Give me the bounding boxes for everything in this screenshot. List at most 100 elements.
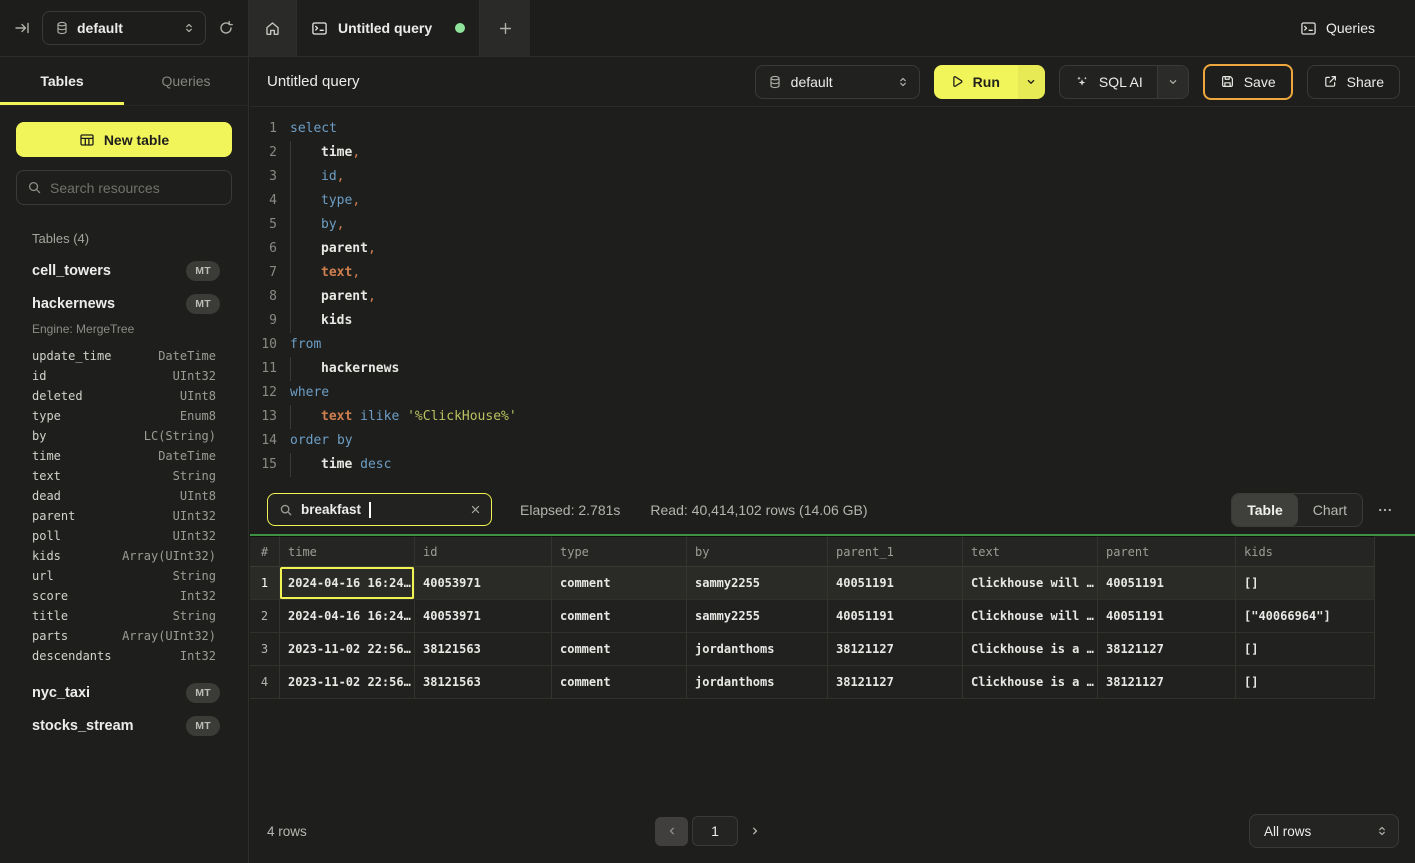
- table-cell[interactable]: []: [1236, 666, 1375, 699]
- run-button[interactable]: Run: [934, 65, 1018, 99]
- table-cell[interactable]: 38121563: [415, 666, 552, 699]
- page-number-input[interactable]: 1: [692, 816, 738, 846]
- clear-search-icon[interactable]: [470, 504, 481, 515]
- page-size-select[interactable]: All rows: [1249, 814, 1399, 848]
- column-header[interactable]: id: [415, 536, 552, 567]
- sidebar-tab-tables[interactable]: Tables: [0, 57, 124, 105]
- table-cell[interactable]: ["40066964"]: [1236, 600, 1375, 633]
- table-cell[interactable]: 40053971: [415, 567, 552, 600]
- table-cell[interactable]: []: [1236, 633, 1375, 666]
- column-row: deadUInt8: [16, 486, 232, 506]
- text-cursor: [369, 502, 371, 518]
- column-header[interactable]: #: [250, 536, 280, 567]
- table-cell[interactable]: comment: [552, 633, 687, 666]
- query-database-select[interactable]: default: [755, 65, 920, 99]
- row-number-cell: 1: [250, 567, 280, 600]
- sidebar-search[interactable]: [16, 170, 232, 205]
- table-cell[interactable]: 2024-04-16 16:24…: [280, 600, 415, 633]
- table-cell[interactable]: 40051191: [828, 567, 963, 600]
- queries-button[interactable]: Queries: [1300, 20, 1375, 37]
- column-header[interactable]: parent_1: [828, 536, 963, 567]
- table-item[interactable]: hackernewsMT: [16, 287, 232, 320]
- column-header[interactable]: type: [552, 536, 687, 567]
- new-tab-button[interactable]: [480, 0, 530, 56]
- results-table: #timeidtypebyparent_1textparentkids12024…: [250, 536, 1375, 699]
- new-table-button[interactable]: New table: [16, 122, 232, 157]
- table-cell[interactable]: sammy2255: [687, 600, 828, 633]
- table-cell[interactable]: 40051191: [1098, 567, 1236, 600]
- code-line: id,: [290, 165, 1415, 189]
- table-cell[interactable]: 40051191: [1098, 600, 1236, 633]
- table-cell[interactable]: 40051191: [828, 600, 963, 633]
- table-cell[interactable]: 2023-11-02 22:56…: [280, 633, 415, 666]
- table-cell[interactable]: Clickhouse will …: [963, 600, 1098, 633]
- table-item[interactable]: cell_towersMT: [16, 254, 232, 287]
- code-line: text ilike '%ClickHouse%': [290, 405, 1415, 429]
- table-cell[interactable]: sammy2255: [687, 567, 828, 600]
- table-item[interactable]: stocks_streamMT: [16, 709, 232, 742]
- table-row[interactable]: 22024-04-16 16:24…40053971commentsammy22…: [250, 600, 1375, 633]
- column-type: Enum8: [180, 409, 216, 423]
- tab-untitled-query[interactable]: Untitled query: [296, 0, 480, 56]
- row-number-cell: 4: [250, 666, 280, 699]
- table-cell[interactable]: 38121127: [828, 666, 963, 699]
- table-cell[interactable]: comment: [552, 600, 687, 633]
- home-tab[interactable]: [249, 0, 296, 56]
- topbar-database-select[interactable]: default: [42, 11, 206, 45]
- code-token: from: [290, 337, 321, 352]
- sidebar-search-input[interactable]: [50, 180, 231, 196]
- table-row[interactable]: 42023-11-02 22:56…38121563commentjordant…: [250, 666, 1375, 699]
- column-row: typeEnum8: [16, 406, 232, 426]
- table-cell[interactable]: Clickhouse is a …: [963, 666, 1098, 699]
- line-number: 15: [250, 453, 277, 477]
- column-header[interactable]: by: [687, 536, 828, 567]
- table-cell[interactable]: 2023-11-02 22:56…: [280, 666, 415, 699]
- sql-ai-options-button[interactable]: [1157, 66, 1188, 98]
- run-options-button[interactable]: [1018, 65, 1045, 99]
- table-cell[interactable]: 38121127: [1098, 633, 1236, 666]
- column-name: deleted: [32, 389, 180, 403]
- table-cell[interactable]: 38121127: [1098, 666, 1236, 699]
- sidebar-tab-queries[interactable]: Queries: [124, 57, 248, 105]
- column-header[interactable]: kids: [1236, 536, 1375, 567]
- previous-page-button[interactable]: [655, 817, 688, 846]
- code-line: text,: [290, 261, 1415, 285]
- view-toggle-chart[interactable]: Chart: [1298, 494, 1362, 526]
- table-row[interactable]: 32023-11-02 22:56…38121563commentjordant…: [250, 633, 1375, 666]
- refresh-icon[interactable]: [218, 20, 234, 36]
- column-row: textString: [16, 466, 232, 486]
- column-header[interactable]: text: [963, 536, 1098, 567]
- collapse-sidebar-icon[interactable]: [14, 20, 30, 36]
- table-cell[interactable]: Clickhouse is a …: [963, 633, 1098, 666]
- table-cell[interactable]: comment: [552, 666, 687, 699]
- table-cell[interactable]: 40053971: [415, 600, 552, 633]
- column-type: Int32: [180, 589, 216, 603]
- save-button[interactable]: Save: [1203, 64, 1293, 100]
- view-toggle-table[interactable]: Table: [1232, 494, 1298, 526]
- table-cell[interactable]: jordanthoms: [687, 633, 828, 666]
- table-row[interactable]: 12024-04-16 16:24…40053971commentsammy22…: [250, 567, 1375, 600]
- column-header[interactable]: time: [280, 536, 415, 567]
- sql-ai-button[interactable]: SQL AI: [1060, 66, 1157, 98]
- table-cell[interactable]: 2024-04-16 16:24…: [280, 567, 415, 600]
- table-cell[interactable]: 38121127: [828, 633, 963, 666]
- results-search-input[interactable]: breakfast: [267, 493, 492, 526]
- chevron-updown-icon: [1376, 825, 1388, 837]
- results-search-value: breakfast: [301, 502, 361, 517]
- more-options-button[interactable]: [1371, 496, 1399, 524]
- table-item[interactable]: nyc_taxiMT: [16, 676, 232, 709]
- line-number: 1: [250, 117, 277, 141]
- share-button[interactable]: Share: [1307, 65, 1400, 99]
- column-name: descendants: [32, 649, 180, 663]
- table-cell[interactable]: comment: [552, 567, 687, 600]
- table-cell[interactable]: 38121563: [415, 633, 552, 666]
- code-token: kids: [321, 313, 352, 328]
- table-cell[interactable]: Clickhouse will …: [963, 567, 1098, 600]
- sidebar-body: New table Tables (4) cell_towersMThacker…: [0, 106, 248, 758]
- table-cell[interactable]: []: [1236, 567, 1375, 600]
- column-header[interactable]: parent: [1098, 536, 1236, 567]
- play-icon: [949, 74, 964, 89]
- next-page-button[interactable]: [742, 817, 768, 846]
- sql-editor[interactable]: 123456789101112131415 selecttime,id,type…: [250, 107, 1415, 485]
- table-cell[interactable]: jordanthoms: [687, 666, 828, 699]
